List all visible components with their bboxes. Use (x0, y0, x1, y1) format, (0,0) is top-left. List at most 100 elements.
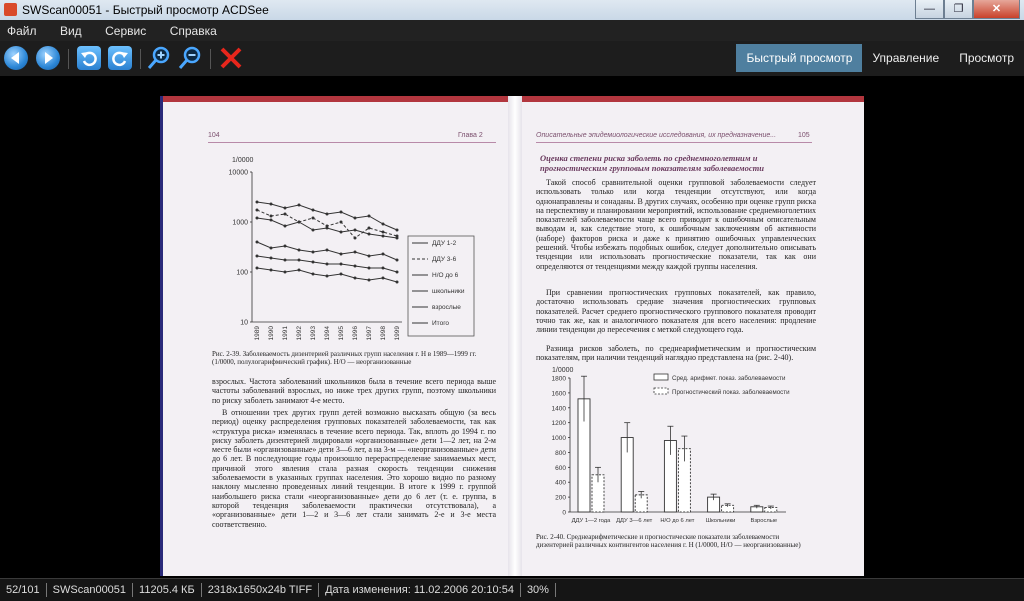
data-point (297, 248, 301, 252)
left-figure-caption: Рис. 2-39. Заболеваемость дизентерией ра… (212, 350, 477, 367)
data-point (311, 228, 315, 232)
data-point (269, 214, 273, 218)
x-tick-label: 1996 (352, 326, 359, 341)
previous-icon[interactable] (4, 46, 28, 70)
y-tick-label: 1600 (552, 390, 567, 397)
data-point (353, 276, 357, 280)
legend-label: Итого (432, 320, 449, 327)
data-point (395, 236, 399, 240)
close-button[interactable]: ✕ (973, 0, 1020, 19)
legend-label: Н/О до 6 (432, 272, 459, 279)
legend-label: взрослые (432, 304, 461, 311)
zoom-out-icon[interactable] (178, 46, 202, 70)
tab-view[interactable]: Просмотр (949, 44, 1024, 72)
menu-file[interactable]: Файл (7, 24, 37, 38)
data-point (325, 212, 329, 216)
zoom-in-icon[interactable] (147, 46, 171, 70)
left-chapter: Глава 2 (458, 132, 483, 139)
data-point (297, 268, 301, 272)
next-icon[interactable] (36, 46, 60, 70)
y-tick-label: 0 (562, 510, 566, 517)
maximize-button[interactable]: ❐ (944, 0, 973, 19)
data-point (255, 216, 259, 220)
axis-unit-label: 1/0000 (552, 367, 574, 374)
x-tick-label: Взрослые (750, 518, 777, 524)
status-filename: SWScan00051 (47, 583, 134, 597)
data-point (353, 228, 357, 232)
toolbar-separator (68, 49, 69, 69)
legend-label: Прогностический показ. заболеваемости (672, 389, 790, 396)
data-point (255, 266, 259, 270)
data-point (269, 246, 273, 250)
menu-help[interactable]: Справка (170, 24, 217, 38)
rotate-left-icon[interactable] (77, 46, 101, 70)
y-tick-label: 1000 (232, 220, 248, 227)
status-bar: 52/101 SWScan00051 11205.4 КБ 2318x1650x… (0, 578, 1024, 601)
menu-view[interactable]: Вид (60, 24, 82, 38)
data-point (395, 228, 399, 232)
data-point (269, 218, 273, 222)
status-zoom[interactable]: 30% (521, 583, 556, 597)
window-title: SWScan00051 - Быстрый просмотр ACDSee (22, 3, 269, 17)
mode-tabs: Быстрый просмотр Управление Просмотр (736, 44, 1024, 72)
data-point (367, 232, 371, 236)
status-filesize: 11205.4 КБ (133, 583, 202, 597)
data-point (353, 216, 357, 220)
header-rule (208, 142, 496, 143)
y-tick-label: 100 (236, 270, 248, 277)
data-point (269, 268, 273, 272)
axis-unit-label: 1/0000 (232, 157, 254, 164)
toolbar-separator (140, 49, 141, 69)
y-tick-label: 800 (555, 450, 566, 457)
data-point (255, 208, 259, 212)
data-point (367, 278, 371, 282)
data-point (283, 244, 287, 248)
data-point (325, 262, 329, 266)
right-paragraph-1: Такой способ сравнительной оценки группо… (536, 178, 816, 271)
data-point (311, 250, 315, 254)
delete-icon[interactable] (219, 46, 243, 70)
y-tick-label: 10000 (229, 170, 249, 177)
right-section-title: Оценка степени риска заболеть по среднем… (540, 153, 764, 173)
x-tick-label: 1990 (268, 326, 275, 341)
data-point (339, 262, 343, 266)
data-point (283, 212, 287, 216)
rotate-right-icon[interactable] (108, 46, 132, 70)
data-point (311, 216, 315, 220)
right-paragraph-2: При сравнении прогностических групповых … (536, 288, 816, 335)
data-point (367, 226, 371, 230)
tab-manage[interactable]: Управление (862, 44, 949, 72)
data-point (311, 260, 315, 264)
data-point (325, 274, 329, 278)
left-paragraph-2: В отношении трех других групп детей возм… (212, 408, 496, 529)
x-tick-label: 1989 (254, 326, 261, 341)
x-tick-label: 1994 (324, 326, 331, 341)
app-icon (4, 3, 17, 16)
page-fold (508, 96, 522, 576)
y-tick-label: 200 (555, 495, 566, 502)
data-point (381, 266, 385, 270)
data-point (381, 234, 385, 238)
y-tick-label: 400 (555, 480, 566, 487)
title-bar: SWScan00051 - Быстрый просмотр ACDSee — … (0, 0, 1024, 21)
x-tick-label: 1999 (394, 326, 401, 341)
image-viewer[interactable]: 104 Глава 2 1/0000 10000 1000 100 10 1989 1990… (0, 76, 1024, 576)
minimize-button[interactable]: — (915, 0, 944, 19)
toolbar-separator (210, 49, 211, 69)
data-point (353, 236, 357, 240)
legend-label: Сред. арифмет. показ. заболеваемости (672, 375, 786, 382)
left-page-number: 104 (208, 132, 220, 139)
tab-quick-view[interactable]: Быстрый просмотр (736, 44, 863, 72)
data-point (339, 220, 343, 224)
data-point (381, 276, 385, 280)
data-point (297, 203, 301, 207)
y-tick-label: 1000 (552, 435, 567, 442)
data-point (339, 210, 343, 214)
data-point (367, 266, 371, 270)
scanned-image: 104 Глава 2 1/0000 10000 1000 100 10 1989 1990… (160, 96, 864, 576)
data-point (325, 248, 329, 252)
menu-tools[interactable]: Сервис (105, 24, 146, 38)
data-point (353, 250, 357, 254)
data-point (325, 226, 329, 230)
data-point (255, 254, 259, 258)
